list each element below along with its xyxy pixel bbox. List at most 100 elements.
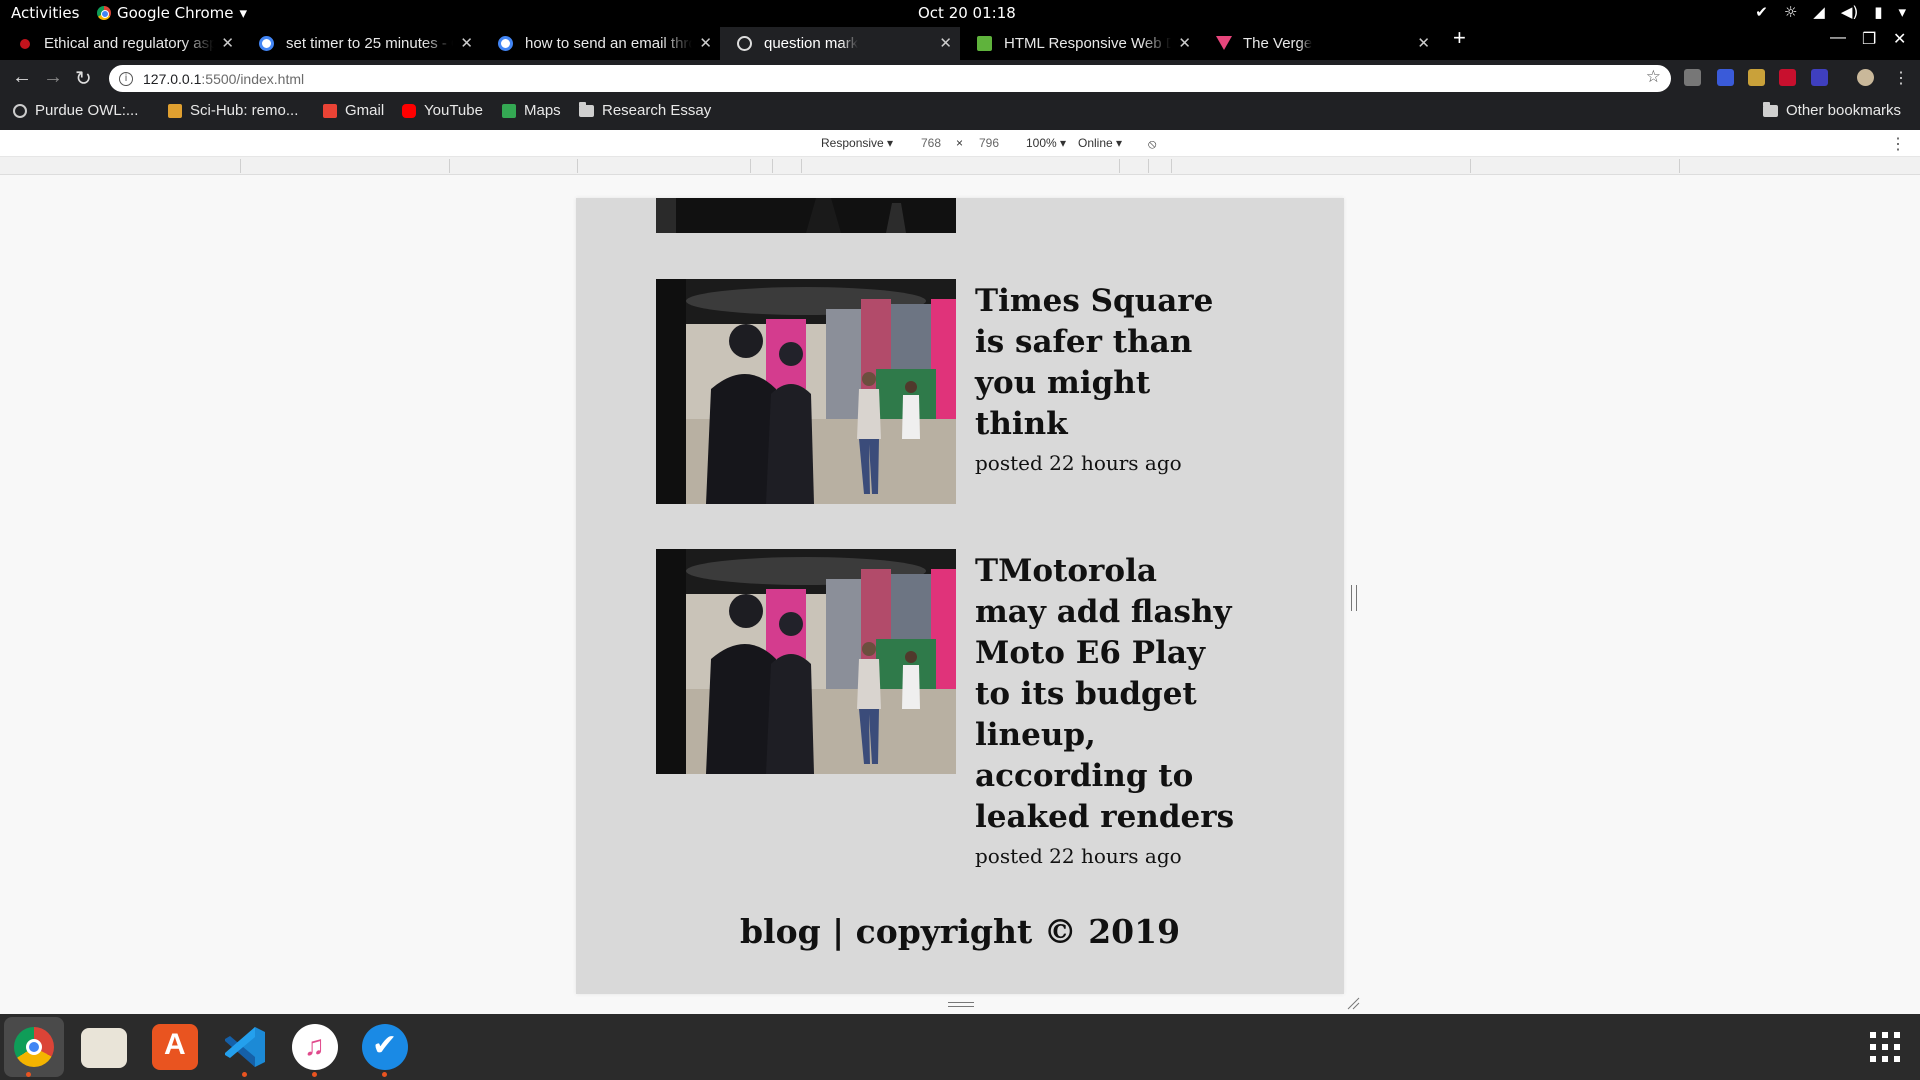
device-toolbar: Responsive ▾ 768 × 796 100% ▾ Online ▾ ⦸… bbox=[0, 130, 1920, 157]
post-headline[interactable]: TMotorola may add flashy Moto E6 Play to… bbox=[975, 551, 1235, 838]
close-icon[interactable]: ✕ bbox=[221, 34, 234, 52]
viewport-resize-handle-right[interactable] bbox=[1351, 585, 1357, 611]
times-square-photo bbox=[656, 198, 956, 233]
extension-icon[interactable] bbox=[1717, 69, 1734, 86]
activities-button[interactable]: Activities bbox=[11, 4, 79, 22]
reload-icon[interactable]: ↻ bbox=[75, 66, 92, 91]
bookmark-star-icon[interactable]: ☆ bbox=[1646, 67, 1661, 87]
bookmark-label: Sci-Hub: remo... bbox=[190, 102, 299, 119]
info-icon[interactable]: i bbox=[119, 71, 133, 86]
bookmarks-bar: Purdue OWL:... Sci-Hub: remo... Gmail Yo… bbox=[0, 96, 1920, 130]
todo-icon[interactable]: ✔ bbox=[362, 1024, 408, 1077]
close-icon[interactable]: ✕ bbox=[939, 34, 952, 52]
bookmark-sci-hub[interactable]: Sci-Hub: remo... bbox=[168, 102, 298, 119]
clock[interactable]: Oct 20 01:18 bbox=[918, 4, 1016, 22]
zoom-select[interactable]: 100% ▾ bbox=[1026, 136, 1066, 150]
vscode-logo-icon bbox=[225, 1027, 265, 1067]
close-icon[interactable]: ✕ bbox=[460, 34, 473, 52]
other-bookmarks[interactable]: Other bookmarks bbox=[1763, 101, 1901, 119]
youtube-icon bbox=[402, 103, 416, 118]
network-throttle-select[interactable]: Online ▾ bbox=[1078, 136, 1122, 150]
viewport-resize-handle-bottom[interactable] bbox=[948, 1002, 974, 1007]
tab-timer[interactable]: set timer to 25 minutes - G ✕ bbox=[242, 27, 481, 60]
media-query-bar[interactable] bbox=[0, 157, 1920, 175]
w3schools-icon bbox=[977, 36, 992, 51]
tab-html-responsive[interactable]: HTML Responsive Web De ✕ bbox=[960, 27, 1199, 60]
post-thumbnail-image[interactable] bbox=[656, 279, 956, 504]
viewport-width-input[interactable]: 768 bbox=[921, 136, 941, 150]
tab-strip: Ethical and regulatory asp ✕ set timer t… bbox=[0, 25, 1920, 60]
system-tray[interactable]: ✔ ☼ ◢ ◀) ▮ ▾ bbox=[1755, 3, 1906, 21]
music-icon[interactable]: ♫ bbox=[292, 1024, 338, 1077]
globe-icon bbox=[737, 36, 752, 51]
close-icon[interactable]: ✕ bbox=[699, 34, 712, 52]
menu-dots-icon[interactable]: ⋮ bbox=[1893, 68, 1909, 88]
bookmark-label: Purdue OWL:... bbox=[35, 102, 139, 119]
maps-icon bbox=[502, 103, 516, 118]
bookmark-youtube[interactable]: YouTube bbox=[402, 102, 483, 119]
check-glyph: ✔ bbox=[372, 1029, 398, 1062]
chevron-down-icon: ▾ bbox=[1898, 3, 1906, 21]
bookmark-label: Maps bbox=[524, 102, 561, 119]
extension-icon[interactable] bbox=[1684, 69, 1701, 86]
folder-icon bbox=[579, 101, 594, 117]
browser-toolbar: ← → ↻ i 127.0.0.1 :5500/index.html ☆ ⋮ bbox=[0, 60, 1920, 96]
minimize-icon[interactable]: — bbox=[1830, 29, 1846, 47]
forward-icon[interactable]: → bbox=[43, 66, 63, 89]
url-host: 127.0.0.1 bbox=[143, 70, 202, 87]
bookmark-label: YouTube bbox=[424, 102, 483, 119]
viewport-resize-corner-icon[interactable] bbox=[1346, 996, 1360, 1010]
verge-icon bbox=[1216, 36, 1232, 50]
rotate-icon[interactable]: ⦸ bbox=[1148, 136, 1156, 152]
dimension-separator: × bbox=[956, 136, 964, 150]
profile-avatar[interactable] bbox=[1857, 69, 1874, 86]
times-square-photo bbox=[656, 549, 956, 774]
running-indicator bbox=[382, 1072, 387, 1077]
more-options-icon[interactable]: ⋮ bbox=[1890, 134, 1906, 154]
post-text: TMotorola may add flashy Moto E6 Play to… bbox=[975, 551, 1235, 870]
chevron-down-icon: ▾ bbox=[239, 4, 248, 22]
dock: A ♫ ✔ bbox=[0, 1014, 1920, 1080]
bookmark-maps[interactable]: Maps bbox=[502, 102, 561, 119]
back-icon[interactable]: ← bbox=[12, 66, 32, 89]
close-window-icon[interactable]: ✕ bbox=[1893, 29, 1906, 49]
vscode-icon[interactable] bbox=[222, 1024, 268, 1077]
tab-the-verge[interactable]: The Verge ✕ bbox=[1199, 27, 1438, 60]
files-icon[interactable] bbox=[81, 1028, 127, 1068]
restore-icon[interactable]: ❐ bbox=[1862, 29, 1876, 49]
extension-off-icon[interactable] bbox=[1748, 69, 1765, 86]
chrome-center bbox=[26, 1039, 42, 1055]
bookmark-research-essay[interactable]: Research Essay bbox=[579, 101, 712, 119]
close-icon[interactable]: ✕ bbox=[1178, 34, 1191, 52]
post-thumbnail-image[interactable] bbox=[656, 198, 956, 233]
show-applications-icon[interactable] bbox=[1870, 1032, 1900, 1062]
software-center-icon[interactable]: A bbox=[152, 1024, 198, 1070]
bookmark-gmail[interactable]: Gmail bbox=[323, 102, 384, 119]
tab-ethical[interactable]: Ethical and regulatory asp ✕ bbox=[0, 27, 242, 60]
url-path: :5500/index.html bbox=[201, 70, 305, 87]
extension-icon[interactable] bbox=[1779, 69, 1796, 86]
extension-icon[interactable] bbox=[1811, 69, 1828, 86]
check-icon[interactable]: ✔ bbox=[1755, 3, 1768, 21]
tab-title: HTML Responsive Web De bbox=[1004, 35, 1171, 52]
tab-email[interactable]: how to send an email thro ✕ bbox=[481, 27, 720, 60]
bookmark-label: Gmail bbox=[345, 102, 385, 119]
device-mode-select[interactable]: Responsive ▾ bbox=[821, 136, 893, 150]
app-menu[interactable]: Google Chrome ▾ bbox=[97, 4, 247, 22]
close-icon[interactable]: ✕ bbox=[1417, 34, 1430, 52]
address-bar[interactable]: i 127.0.0.1 :5500/index.html ☆ bbox=[109, 65, 1671, 92]
post-thumbnail-image[interactable] bbox=[656, 549, 956, 774]
folder-icon bbox=[1763, 101, 1778, 117]
post-headline[interactable]: Times Square is safer than you might thi… bbox=[975, 281, 1235, 445]
battery-icon: ▮ bbox=[1874, 3, 1883, 21]
tab-title: set timer to 25 minutes - G bbox=[286, 35, 453, 52]
bookmark-label: Research Essay bbox=[602, 102, 712, 119]
bookmark-purdue-owl[interactable]: Purdue OWL:... bbox=[13, 102, 138, 119]
tab-question-mark[interactable]: question mark ✕ bbox=[720, 27, 960, 60]
brightness-icon: ☼ bbox=[1783, 3, 1798, 21]
tab-title: how to send an email thro bbox=[525, 35, 692, 52]
new-tab-button[interactable]: + bbox=[1453, 25, 1466, 51]
viewport-height-input[interactable]: 796 bbox=[979, 136, 999, 150]
dock-chrome[interactable] bbox=[4, 1017, 64, 1077]
post-timestamp: posted 22 hours ago bbox=[975, 451, 1182, 475]
